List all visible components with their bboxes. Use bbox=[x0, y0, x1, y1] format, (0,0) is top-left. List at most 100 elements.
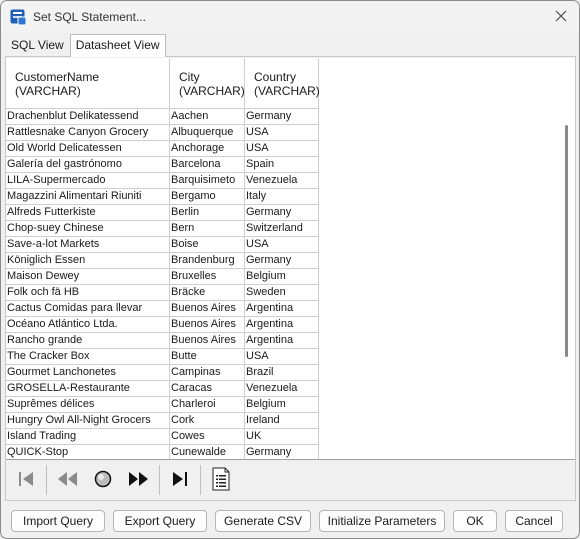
country-cell[interactable]: Ireland bbox=[245, 413, 319, 429]
customer-name-cell[interactable]: Suprêmes délices bbox=[6, 397, 170, 413]
country-cell[interactable]: Argentina bbox=[245, 301, 319, 317]
tab-sql-view[interactable]: SQL View bbox=[5, 34, 70, 56]
initialize-parameters-button[interactable]: Initialize Parameters bbox=[319, 510, 445, 532]
table-row[interactable]: Alfreds Futterkiste Berlin Germany bbox=[6, 205, 319, 221]
customer-name-cell[interactable]: Hungry Owl All-Night Grocers bbox=[6, 413, 170, 429]
city-cell[interactable]: Berlin bbox=[170, 205, 245, 221]
city-cell[interactable]: Aachen bbox=[170, 109, 245, 125]
country-cell[interactable]: Spain bbox=[245, 157, 319, 173]
customer-name-cell[interactable]: Drachenblut Delikatessend bbox=[6, 109, 170, 125]
table-row[interactable]: Island Trading Cowes UK bbox=[6, 429, 319, 445]
country-cell[interactable]: USA bbox=[245, 237, 319, 253]
customer-name-cell[interactable]: Gourmet Lanchonetes bbox=[6, 365, 170, 381]
title-bar[interactable]: Set SQL Statement... bbox=[1, 1, 579, 33]
city-cell[interactable]: Albuquerque bbox=[170, 125, 245, 141]
column-header-city[interactable]: City (VARCHAR) bbox=[170, 58, 245, 109]
customer-name-cell[interactable]: Old World Delicatessen bbox=[6, 141, 170, 157]
city-cell[interactable]: Buenos Aires bbox=[170, 333, 245, 349]
customer-name-cell[interactable]: Chop-suey Chinese bbox=[6, 221, 170, 237]
city-cell[interactable]: Butte bbox=[170, 349, 245, 365]
table-row[interactable]: The Cracker Box Butte USA bbox=[6, 349, 319, 365]
column-header-country[interactable]: Country (VARCHAR) bbox=[245, 58, 320, 109]
country-cell[interactable]: USA bbox=[245, 349, 319, 365]
table-row[interactable]: Hungry Owl All-Night Grocers Cork Ireland bbox=[6, 413, 319, 429]
customer-name-cell[interactable]: Alfreds Futterkiste bbox=[6, 205, 170, 221]
customer-name-cell[interactable]: Königlich Essen bbox=[6, 253, 170, 269]
country-cell[interactable]: Germany bbox=[245, 445, 319, 459]
table-row[interactable]: Chop-suey Chinese Bern Switzerland bbox=[6, 221, 319, 237]
customer-name-cell[interactable]: Galería del gastrónomo bbox=[6, 157, 170, 173]
country-cell[interactable]: Germany bbox=[245, 253, 319, 269]
customer-name-cell[interactable]: Island Trading bbox=[6, 429, 170, 445]
customer-name-cell[interactable]: Folk och fä HB bbox=[6, 285, 170, 301]
customer-name-cell[interactable]: Rancho grande bbox=[6, 333, 170, 349]
column-header-customername[interactable]: CustomerName (VARCHAR) bbox=[6, 58, 170, 109]
table-row[interactable]: Königlich Essen Brandenburg Germany bbox=[6, 253, 319, 269]
city-cell[interactable]: Buenos Aires bbox=[170, 317, 245, 333]
table-row[interactable]: LILA-Supermercado Barquisimeto Venezuela bbox=[6, 173, 319, 189]
stop-button[interactable] bbox=[85, 464, 121, 496]
table-row[interactable]: Save-a-lot Markets Boise USA bbox=[6, 237, 319, 253]
city-cell[interactable]: Cork bbox=[170, 413, 245, 429]
country-cell[interactable]: Venezuela bbox=[245, 381, 319, 397]
city-cell[interactable]: Bergamo bbox=[170, 189, 245, 205]
city-cell[interactable]: Bern bbox=[170, 221, 245, 237]
city-cell[interactable]: Barcelona bbox=[170, 157, 245, 173]
customer-name-cell[interactable]: Magazzini Alimentari Riuniti bbox=[6, 189, 170, 205]
country-cell[interactable]: Venezuela bbox=[245, 173, 319, 189]
table-row[interactable]: Old World Delicatessen Anchorage USA bbox=[6, 141, 319, 157]
cancel-button[interactable]: Cancel bbox=[505, 510, 563, 532]
table-row[interactable]: Rancho grande Buenos Aires Argentina bbox=[6, 333, 319, 349]
next-page-button[interactable] bbox=[121, 464, 157, 496]
city-cell[interactable]: Brandenburg bbox=[170, 253, 245, 269]
city-cell[interactable]: Anchorage bbox=[170, 141, 245, 157]
city-cell[interactable]: Bräcke bbox=[170, 285, 245, 301]
city-cell[interactable]: Campinas bbox=[170, 365, 245, 381]
generate-csv-button[interactable]: Generate CSV bbox=[215, 510, 311, 532]
table-row[interactable]: Maison Dewey Bruxelles Belgium bbox=[6, 269, 319, 285]
tab-datasheet-view[interactable]: Datasheet View bbox=[69, 34, 166, 57]
country-cell[interactable]: USA bbox=[245, 125, 319, 141]
city-cell[interactable]: Charleroi bbox=[170, 397, 245, 413]
customer-name-cell[interactable]: LILA-Supermercado bbox=[6, 173, 170, 189]
customer-name-cell[interactable]: QUICK-Stop bbox=[6, 445, 170, 459]
table-row[interactable]: Rattlesnake Canyon Grocery Albuquerque USA bbox=[6, 125, 319, 141]
table-row[interactable]: Drachenblut Delikatessend Aachen Germany bbox=[6, 109, 319, 125]
city-cell[interactable]: Barquisimeto bbox=[170, 173, 245, 189]
city-cell[interactable]: Cowes bbox=[170, 429, 245, 445]
close-button[interactable] bbox=[549, 5, 573, 29]
datasheet-grid[interactable]: CustomerName (VARCHAR) City (VARCHAR) Co… bbox=[6, 58, 575, 460]
city-cell[interactable]: Boise bbox=[170, 237, 245, 253]
import-query-button[interactable]: Import Query bbox=[11, 510, 105, 532]
table-row[interactable]: Gourmet Lanchonetes Campinas Brazil bbox=[6, 365, 319, 381]
customer-name-cell[interactable]: Save-a-lot Markets bbox=[6, 237, 170, 253]
country-cell[interactable]: Argentina bbox=[245, 333, 319, 349]
country-cell[interactable]: Switzerland bbox=[245, 221, 319, 237]
country-cell[interactable]: UK bbox=[245, 429, 319, 445]
table-row[interactable]: GROSELLA-Restaurante Caracas Venezuela bbox=[6, 381, 319, 397]
document-list-button[interactable] bbox=[203, 464, 239, 496]
city-cell[interactable]: Caracas bbox=[170, 381, 245, 397]
last-record-button[interactable] bbox=[162, 464, 198, 496]
table-row[interactable]: Folk och fä HB Bräcke Sweden bbox=[6, 285, 319, 301]
table-row[interactable]: Magazzini Alimentari Riuniti Bergamo Italy bbox=[6, 189, 319, 205]
table-row[interactable]: Océano Atlántico Ltda. Buenos Aires Argent… bbox=[6, 317, 319, 333]
country-cell[interactable]: Argentina bbox=[245, 317, 319, 333]
country-cell[interactable]: Belgium bbox=[245, 269, 319, 285]
country-cell[interactable]: Brazil bbox=[245, 365, 319, 381]
city-cell[interactable]: Buenos Aires bbox=[170, 301, 245, 317]
country-cell[interactable]: Belgium bbox=[245, 397, 319, 413]
country-cell[interactable]: Sweden bbox=[245, 285, 319, 301]
country-cell[interactable]: Italy bbox=[245, 189, 319, 205]
export-query-button[interactable]: Export Query bbox=[113, 510, 207, 532]
table-row[interactable]: QUICK-Stop Cunewalde Germany bbox=[6, 445, 319, 459]
customer-name-cell[interactable]: Océano Atlántico Ltda. bbox=[6, 317, 170, 333]
customer-name-cell[interactable]: The Cracker Box bbox=[6, 349, 170, 365]
customer-name-cell[interactable]: Maison Dewey bbox=[6, 269, 170, 285]
table-row[interactable]: Galería del gastrónomo Barcelona Spain bbox=[6, 157, 319, 173]
table-row[interactable]: Suprêmes délices Charleroi Belgium bbox=[6, 397, 319, 413]
country-cell[interactable]: USA bbox=[245, 141, 319, 157]
city-cell[interactable]: Cunewalde bbox=[170, 445, 245, 459]
ok-button[interactable]: OK bbox=[453, 510, 497, 532]
country-cell[interactable]: Germany bbox=[245, 205, 319, 221]
